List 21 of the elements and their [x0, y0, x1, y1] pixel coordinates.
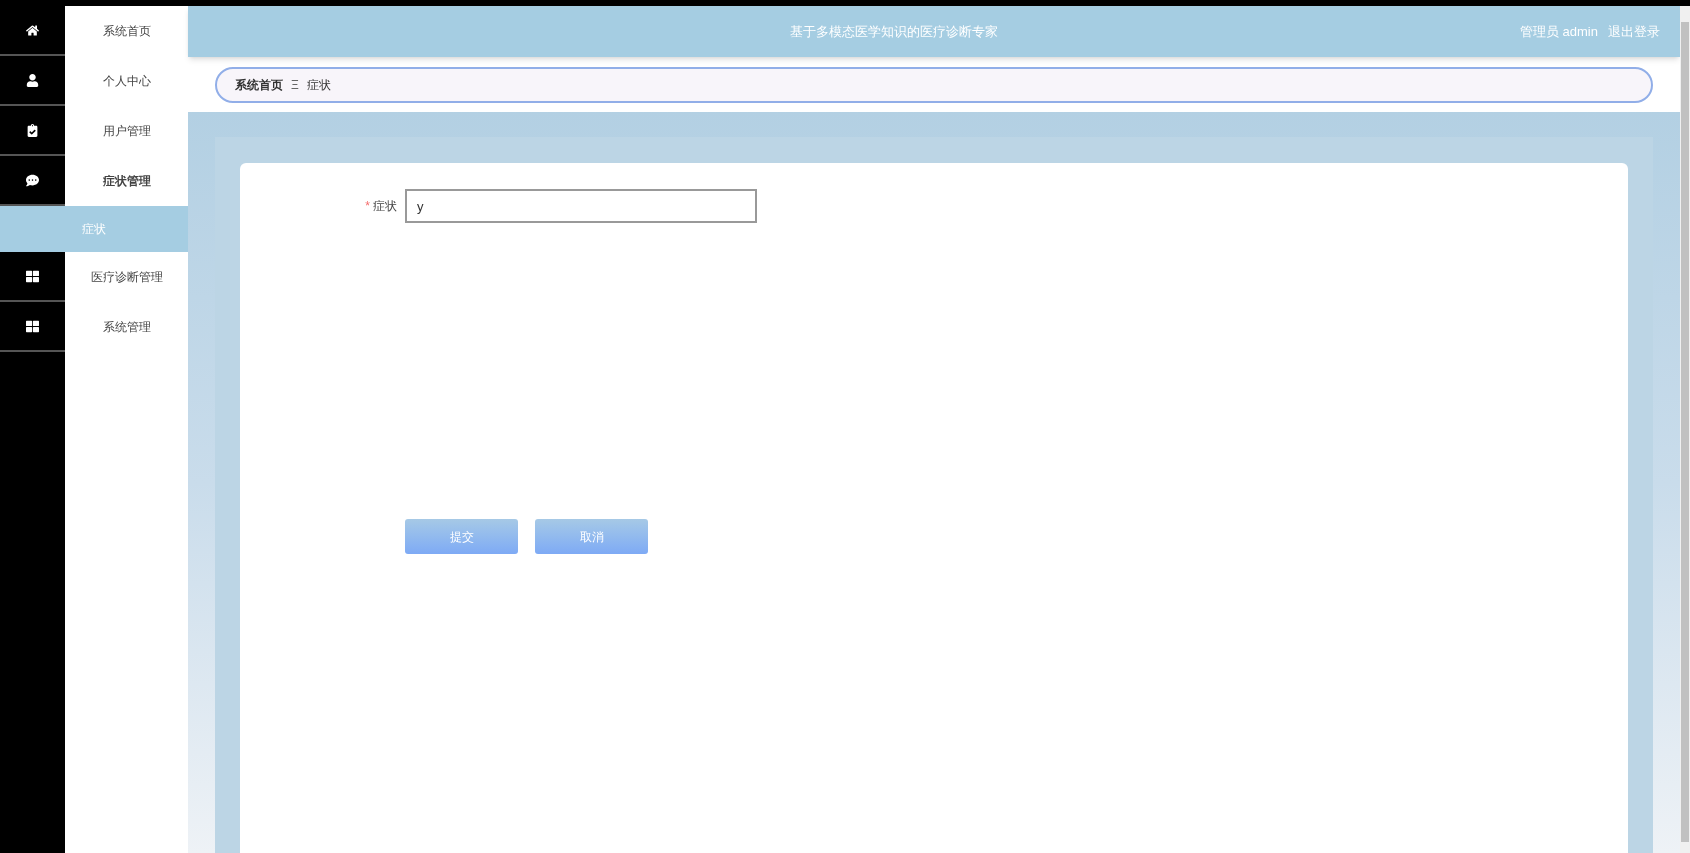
- chat-icon: [26, 173, 39, 187]
- sidebar-item[interactable]: 个人中心: [65, 56, 188, 106]
- symptom-input[interactable]: y: [405, 189, 757, 223]
- sidebar-item[interactable]: 症状管理: [65, 156, 188, 206]
- breadcrumb-item[interactable]: 系统首页: [235, 75, 283, 94]
- sidebar-item[interactable]: 系统首页: [65, 6, 188, 56]
- user-label: 管理员 admin: [1519, 22, 1598, 41]
- sidebar-item[interactable]: 用户管理: [65, 106, 188, 156]
- breadcrumb-separator: Ξ: [291, 76, 299, 94]
- grid-icon: [26, 319, 39, 333]
- field-label: 症状: [373, 198, 397, 215]
- app-title: 基于多模态医学知识的医疗诊断专家: [789, 22, 999, 41]
- home-icon: [26, 23, 39, 37]
- clipboard-icon: [26, 123, 39, 137]
- user-icon: [26, 73, 39, 87]
- required-mark: *: [365, 198, 370, 215]
- sidebar-item[interactable]: 系统管理: [65, 302, 188, 352]
- breadcrumb-item: 症状: [306, 76, 331, 94]
- sidebar-item[interactable]: 医疗诊断管理: [65, 252, 188, 302]
- scrollbar[interactable]: [1680, 6, 1690, 853]
- grid-icon: [26, 269, 39, 283]
